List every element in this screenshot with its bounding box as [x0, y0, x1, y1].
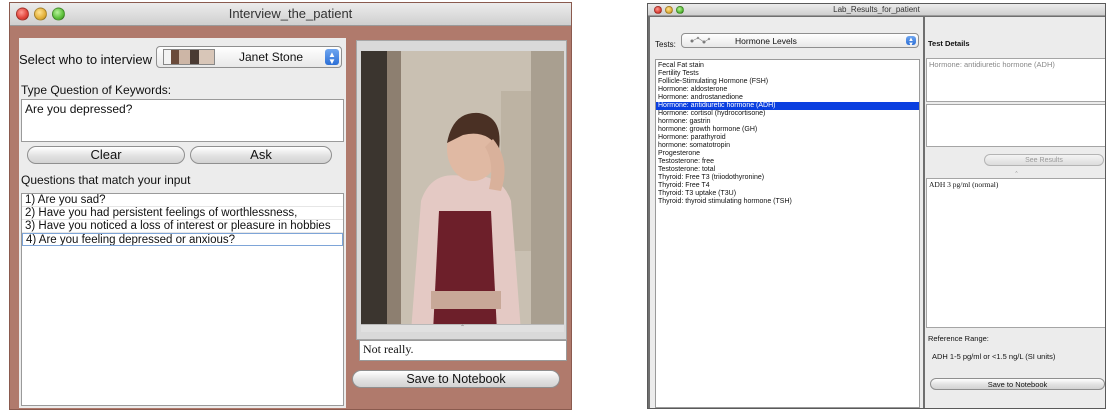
question-label: Type Question of Keywords:	[21, 83, 172, 97]
tests-selected: Hormone Levels	[735, 36, 797, 46]
lab-titlebar: Lab_Results_for_patient	[648, 4, 1105, 16]
reference-range-label: Reference Range:	[928, 334, 989, 343]
zoom-window-button[interactable]	[52, 7, 65, 21]
lab-results-window: Lab_Results_for_patient Tests: Hormone L…	[647, 3, 1106, 409]
window-title: Interview_the_patient	[228, 6, 353, 21]
test-list-item[interactable]: Testosterone: free	[656, 158, 919, 166]
patient-answer: Not really.	[359, 340, 567, 361]
test-list-item[interactable]: hormone: growth hormone (GH)	[656, 126, 919, 134]
minimize-window-button[interactable]	[665, 5, 673, 14]
see-results-button[interactable]: See Results	[984, 154, 1104, 166]
question-input[interactable]: Are you depressed?	[21, 99, 344, 142]
save-to-notebook-button[interactable]: Save to Notebook	[352, 370, 560, 388]
window-controls	[16, 7, 65, 21]
test-list-item[interactable]: hormone: gastrin	[656, 118, 919, 126]
select-patient-label: Select who to interview	[19, 52, 152, 67]
test-list-item[interactable]: Hormone: antidiuretic hormone (ADH)	[656, 102, 919, 110]
window-controls	[654, 5, 684, 14]
test-list-item[interactable]: Hormone: cortisol (hydrocortisone)	[656, 110, 919, 118]
patient-name: Janet Stone	[239, 50, 304, 64]
close-window-button[interactable]	[654, 5, 662, 14]
list-item[interactable]: 4) Are you feeling depressed or anxious?	[22, 233, 343, 246]
test-list-item[interactable]: Testosterone: total	[656, 166, 919, 174]
molecule-icon	[690, 36, 711, 44]
test-result: ADH 3 pg/ml (normal)	[926, 178, 1105, 328]
selected-test-name: Hormone: antidiuretic hormone (ADH)	[926, 58, 1105, 102]
popup-stepper-icon: ▲ ▼	[906, 36, 916, 48]
test-list-item[interactable]: Fecal Fat stain	[656, 62, 919, 70]
close-window-button[interactable]	[16, 7, 29, 21]
test-details-panel: Test Details Hormone: antidiuretic hormo…	[925, 17, 1105, 408]
list-item[interactable]: 1) Are you sad?	[22, 194, 343, 207]
list-item[interactable]: 2) Have you had persistent feelings of w…	[22, 207, 343, 220]
test-list-item[interactable]: Hormone: parathyroid	[656, 134, 919, 142]
popup-stepper-icon: ▲ ▼	[325, 49, 339, 66]
patient-video: ⌃	[361, 51, 564, 332]
patient-video-panel: ⌃	[356, 40, 567, 340]
zoom-window-button[interactable]	[676, 5, 684, 14]
window-title: Lab_Results_for_patient	[833, 5, 920, 14]
test-list-item[interactable]: Thyroid: Free T4	[656, 182, 919, 190]
tests-label: Tests:	[655, 40, 676, 49]
list-item[interactable]: 3) Have you noticed a loss of interest o…	[22, 220, 343, 233]
patient-select[interactable]: Janet Stone ▲ ▼	[156, 46, 342, 68]
test-details-title: Test Details	[928, 39, 970, 48]
tests-panel: Tests: Hormone Levels ▲ ▼ Fecal Fat stain…	[650, 17, 923, 408]
reference-range-value: ADH 1-5 pg/ml or <1.5 ng/L (SI units)	[932, 352, 1056, 361]
test-list-item[interactable]: Thyroid: T3 uptake (T3U)	[656, 190, 919, 198]
matches-label: Questions that match your input	[21, 173, 191, 187]
test-list-item[interactable]: hormone: somatotropin	[656, 142, 919, 150]
ask-button[interactable]: Ask	[190, 146, 332, 164]
test-list-item[interactable]: Hormone: aldosterone	[656, 86, 919, 94]
tests-list[interactable]: Fecal Fat stain Fertility Tests Follicle-S…	[655, 59, 920, 408]
test-list-item[interactable]: Thyroid: Free T3 (triiodothyronine)	[656, 174, 919, 182]
test-notes-box[interactable]	[926, 104, 1105, 147]
patient-avatar	[163, 49, 215, 65]
test-list-item[interactable]: Follicle-Stimulating Hormone (FSH)	[656, 78, 919, 86]
test-list-item[interactable]: Progesterone	[656, 150, 919, 158]
interview-titlebar: Interview_the_patient	[10, 3, 571, 26]
interview-window: Interview_the_patient Select who to inte…	[9, 2, 572, 410]
test-list-item[interactable]: Thyroid: thyroid stimulating hormone (TS…	[656, 198, 919, 206]
test-list-item[interactable]: Hormone: androstanedione	[656, 94, 919, 102]
split-handle[interactable]: ⌃	[926, 172, 1105, 177]
video-resize-handle[interactable]: ⌃	[361, 324, 564, 332]
tests-select[interactable]: Hormone Levels ▲ ▼	[681, 33, 919, 48]
clear-button[interactable]: Clear	[27, 146, 185, 164]
matching-questions-list[interactable]: 1) Are you sad? 2) Have you had persiste…	[21, 193, 344, 406]
test-list-item[interactable]: Fertility Tests	[656, 70, 919, 78]
minimize-window-button[interactable]	[34, 7, 47, 21]
save-to-notebook-button[interactable]: Save to Notebook	[930, 378, 1105, 390]
